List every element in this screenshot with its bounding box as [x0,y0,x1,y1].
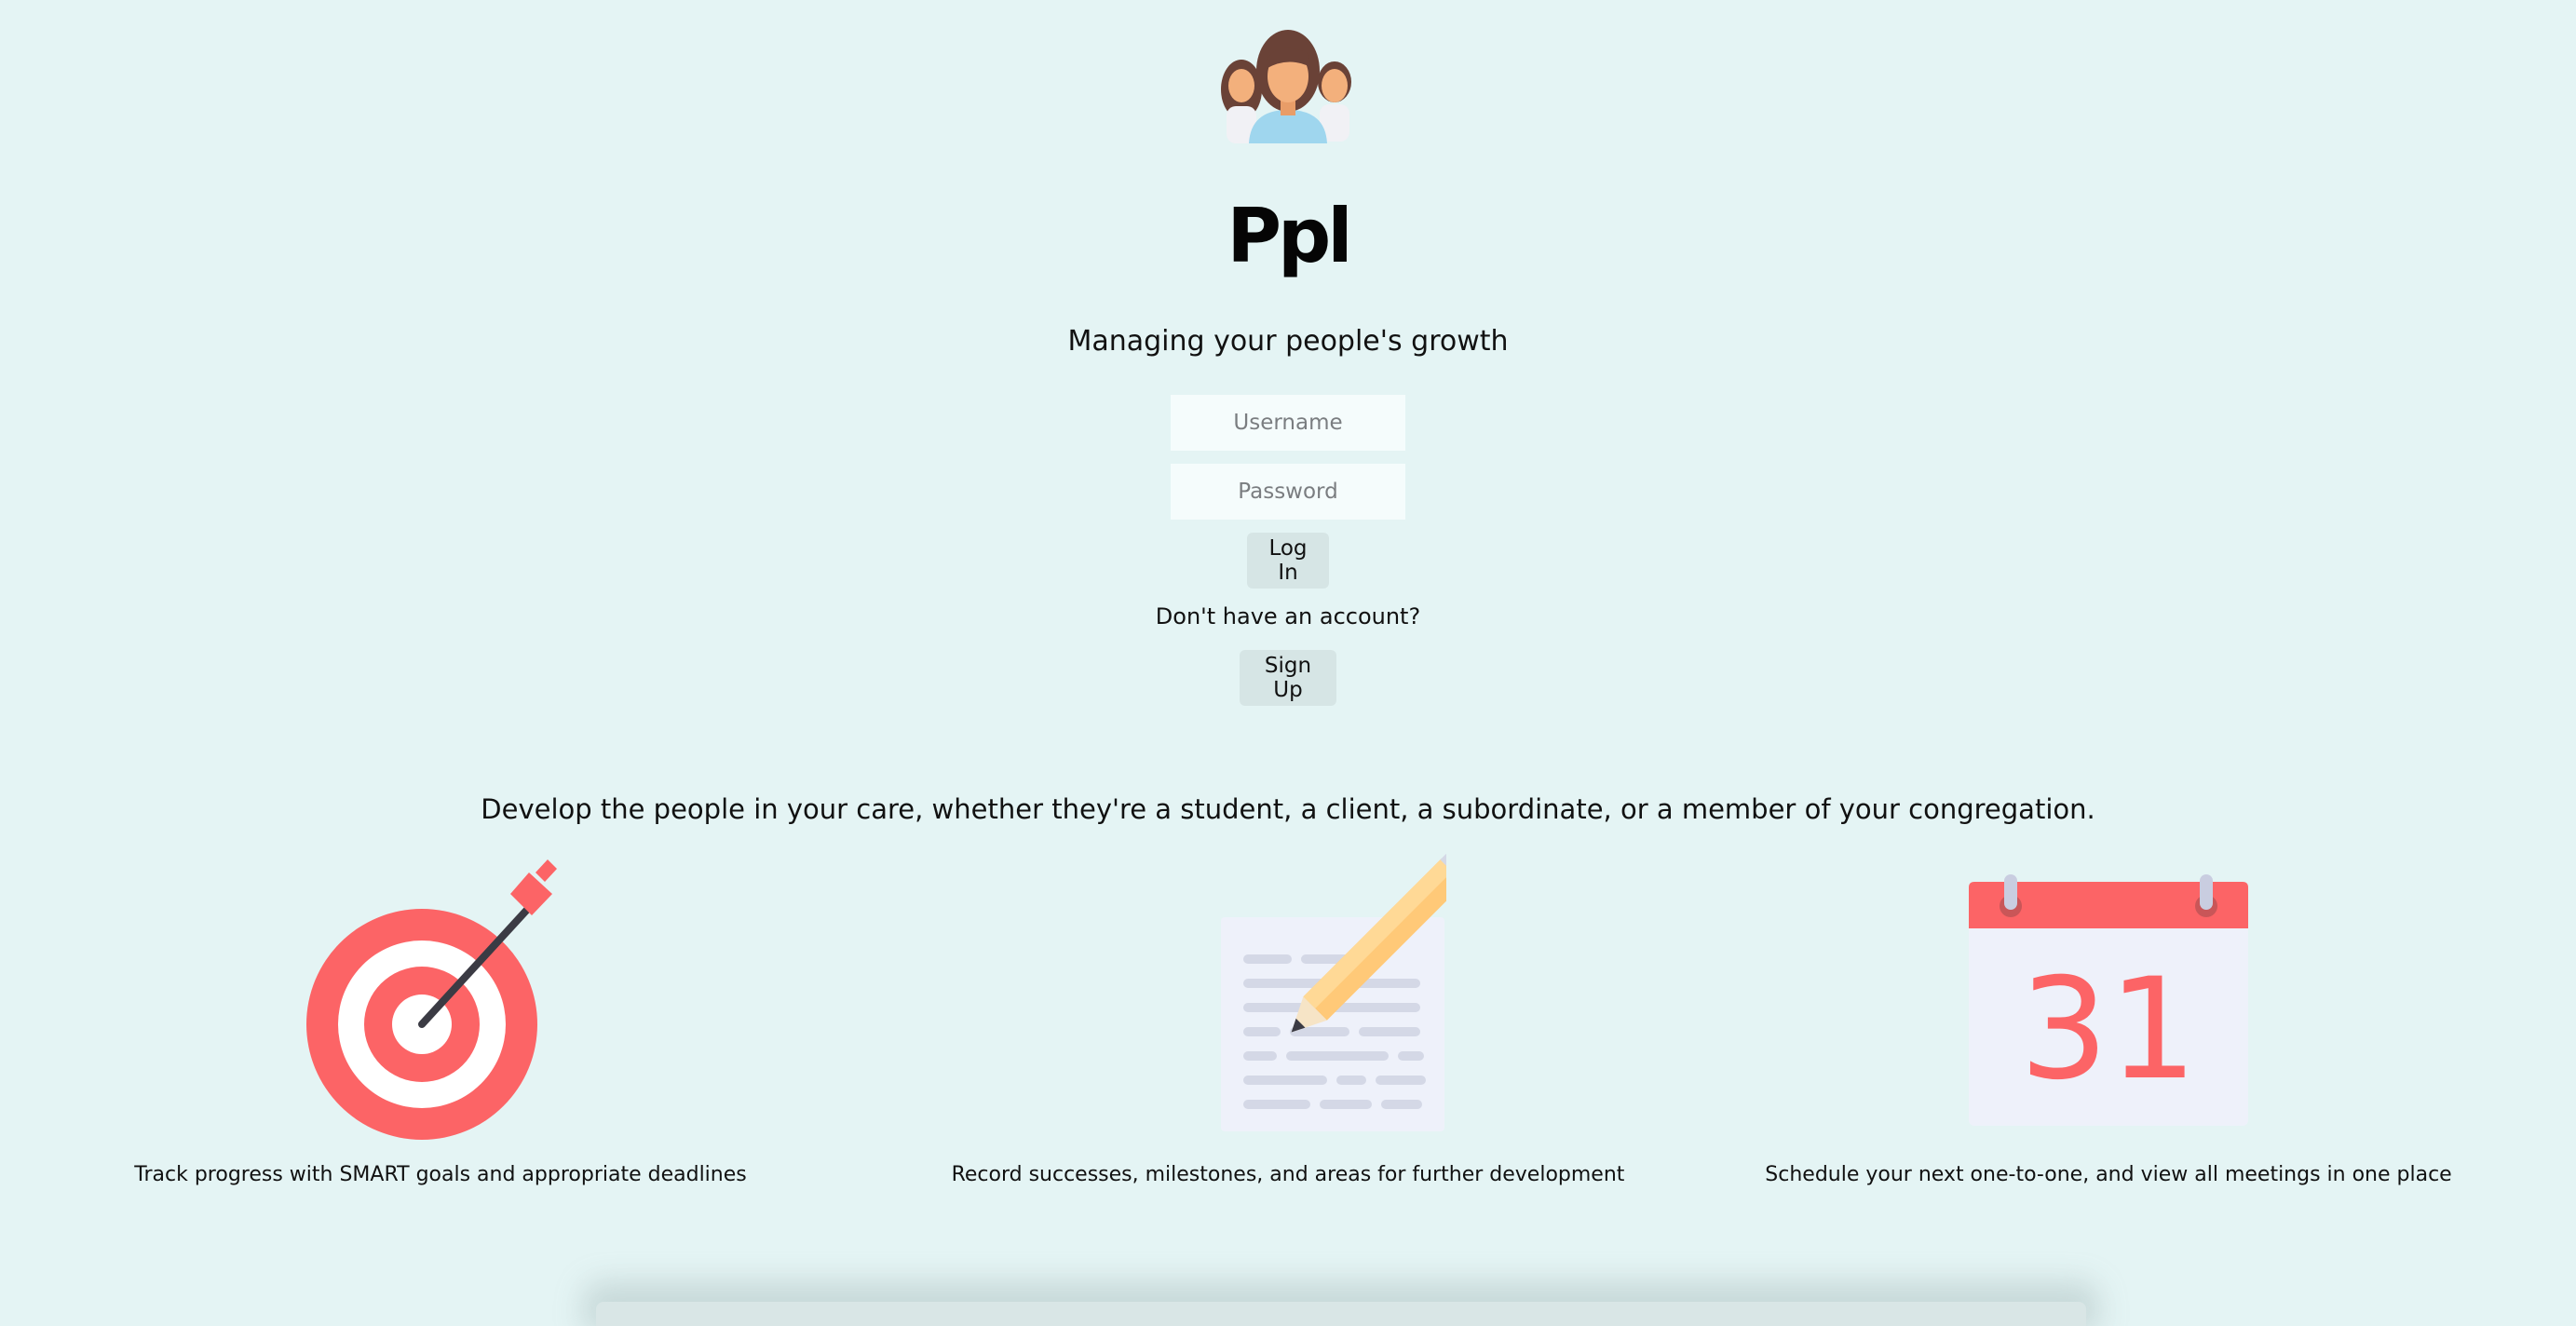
tagline: Managing your people's growth [1067,325,1509,358]
signup-button[interactable]: Sign Up [1240,650,1336,706]
login-button[interactable]: Log In [1247,533,1329,589]
calendar-day-number: 31 [2020,949,2198,1111]
target-arrow-icon [306,859,557,1140]
bottom-panel-edge [596,1302,2086,1326]
feature-goals: Track progress with SMART goals and appr… [21,852,860,1186]
app-title: Ppl [1227,193,1352,279]
feature-caption: Track progress with SMART goals and appr… [134,1163,747,1186]
password-input[interactable] [1171,464,1405,520]
feature-caption: Record successes, milestones, and areas … [951,1163,1625,1186]
login-column: Ppl Managing your people's growth Log In… [0,0,2576,706]
login-page: Ppl Managing your people's growth Log In… [0,0,2576,1326]
no-account-text: Don't have an account? [1155,603,1421,629]
feature-records: Record successes, milestones, and areas … [869,852,1707,1186]
team-avatars-icon [1221,30,1351,143]
calendar-icon: 31 [1969,874,2248,1126]
username-input[interactable] [1171,395,1405,451]
document-pencil-icon [1221,852,1446,1131]
feature-caption: Schedule your next one-to-one, and view … [1765,1163,2452,1186]
marketing-headline: Develop the people in your care, whether… [481,793,2095,825]
feature-meetings: 31 Schedule your next one-to-one, and vi… [1689,852,2528,1186]
